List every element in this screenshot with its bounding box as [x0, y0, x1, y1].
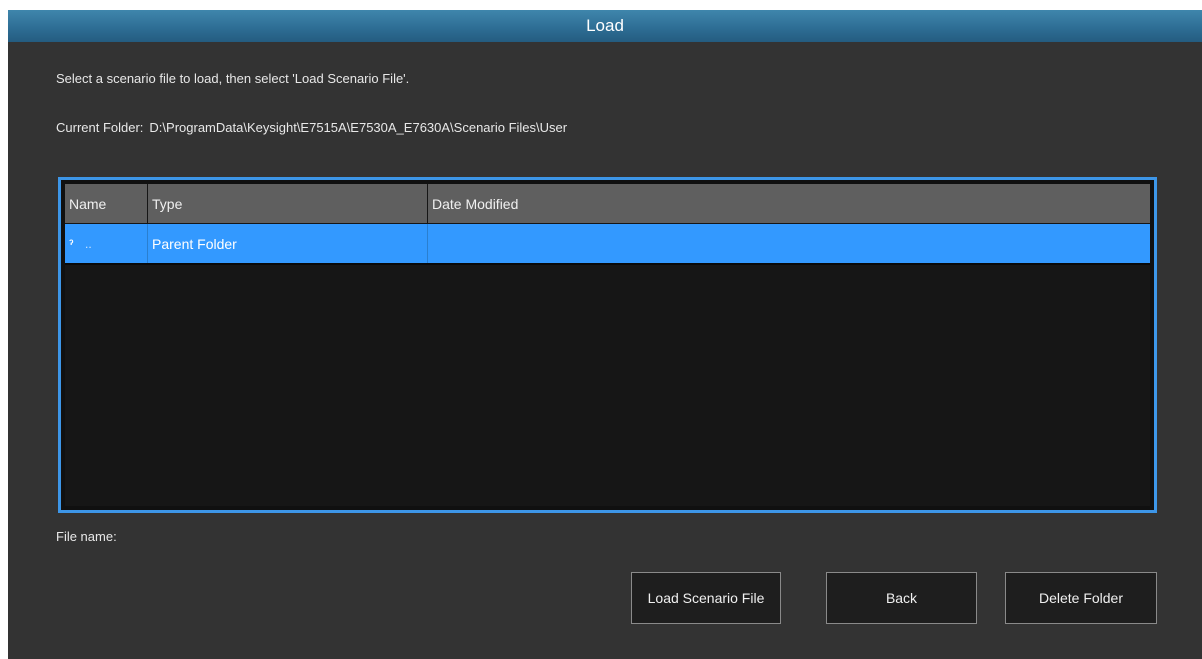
load-scenario-file-button[interactable]: Load Scenario File — [631, 572, 781, 624]
row-date-modified-cell — [428, 224, 1150, 263]
column-header-type[interactable]: Type — [148, 184, 428, 223]
file-name-label: File name: — [56, 529, 117, 544]
row-name-cell: ˀ.. — [65, 224, 148, 263]
load-dialog: Load Select a scenario file to load, the… — [8, 10, 1202, 659]
current-folder: Current Folder: D:\ProgramData\Keysight\E… — [56, 120, 567, 135]
row-divider — [65, 263, 1150, 265]
delete-folder-button[interactable]: Delete Folder — [1005, 572, 1157, 624]
column-header-date-modified[interactable]: Date Modified — [428, 184, 1150, 223]
current-folder-label: Current Folder: — [56, 120, 144, 135]
table-header: Name Type Date Modified — [65, 184, 1150, 223]
column-header-name[interactable]: Name — [65, 184, 148, 223]
table-row-parent-folder[interactable]: ˀ.. Parent Folder — [65, 224, 1150, 263]
row-name-text: .. — [85, 236, 92, 251]
file-list-body: Name Type Date Modified ˀ.. Parent Folde… — [65, 184, 1150, 506]
row-type-cell: Parent Folder — [148, 224, 428, 263]
instruction-text: Select a scenario file to load, then sel… — [56, 71, 410, 86]
file-list-table[interactable]: Name Type Date Modified ˀ.. Parent Folde… — [58, 177, 1157, 513]
up-arrow-icon: ˀ — [69, 236, 74, 251]
current-folder-path: D:\ProgramData\Keysight\E7515A\E7530A_E7… — [149, 120, 568, 135]
back-button[interactable]: Back — [826, 572, 977, 624]
dialog-title: Load — [8, 10, 1202, 42]
